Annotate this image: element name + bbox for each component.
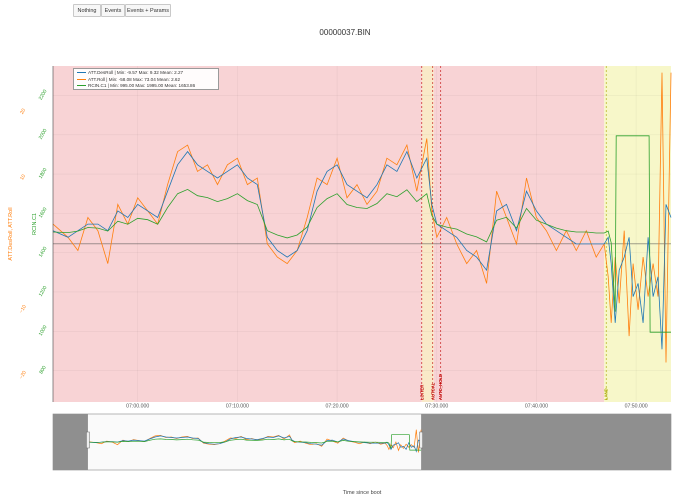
- legend-label: RCIN.C1 | Min: 995.00 Max: 1995.00 Mean:…: [88, 83, 196, 88]
- rcin-tick-label: 1000: [38, 324, 49, 337]
- event-label: AUTO_HOLD: [438, 374, 443, 400]
- legend-swatch-des-roll: [77, 72, 86, 74]
- range-handle-right[interactable]: [419, 431, 423, 449]
- range-selector: Time since boot: [52, 413, 672, 496]
- range-mask-right: [421, 414, 671, 470]
- x-tick-label: 07:50.000: [625, 404, 648, 410]
- rcin-tick-label: 1400: [38, 246, 49, 259]
- x-tick-label: 07:20.000: [326, 404, 349, 410]
- y-left-axis-label: ATT.DesRoll, ATT.Roll: [8, 207, 14, 260]
- rcin-tick-label: 1600: [38, 206, 49, 219]
- roll-tick-label: 10: [19, 173, 27, 181]
- rcin-tick-label: 2000: [38, 128, 49, 141]
- legend: ATT.DesRoll | Min: -9.57 Max: 9.32 Mean:…: [73, 68, 219, 90]
- event-label: LAND: [604, 388, 609, 400]
- legend-item-rcin[interactable]: RCIN.C1 | Min: 995.00 Max: 1995.00 Mean:…: [77, 83, 215, 90]
- mode-band: [421, 66, 434, 402]
- x-tick-label: 07:10.000: [226, 404, 249, 410]
- mode-band: [433, 66, 605, 402]
- range-mask-left: [53, 414, 88, 470]
- x-tick-label: 07:00.000: [126, 404, 149, 410]
- range-handle-left[interactable]: [86, 431, 90, 449]
- legend-swatch-roll: [77, 78, 86, 80]
- x-tick-label: 07:40.000: [525, 404, 548, 410]
- x-tick-label: 07:30.000: [425, 404, 448, 410]
- rcin-tick-label: 2200: [38, 88, 49, 101]
- rcin-tick-label: 800: [38, 365, 47, 375]
- rcin-tick-label: 1200: [38, 285, 49, 298]
- legend-label: ATT.DesRoll | Min: -9.57 Max: 9.32 Mean:…: [88, 70, 184, 75]
- event-label: AUTOAL: [430, 382, 435, 400]
- mode-bands: [53, 66, 671, 402]
- event-label: LOITER: [419, 385, 424, 400]
- legend-label: ATT.Roll | Min: -58.08 Max: 73.04 Mean: …: [88, 76, 181, 82]
- roll-tick-label: −10: [18, 304, 28, 315]
- y-right-axis-label: RCIN.C1: [32, 213, 38, 235]
- roll-tick-label: 20: [19, 108, 27, 116]
- x-axis-label: Time since boot: [343, 490, 382, 496]
- legend-swatch-rcin: [77, 85, 86, 87]
- roll-tick-label: −20: [18, 370, 28, 381]
- rcin-tick-label: 1800: [38, 167, 49, 180]
